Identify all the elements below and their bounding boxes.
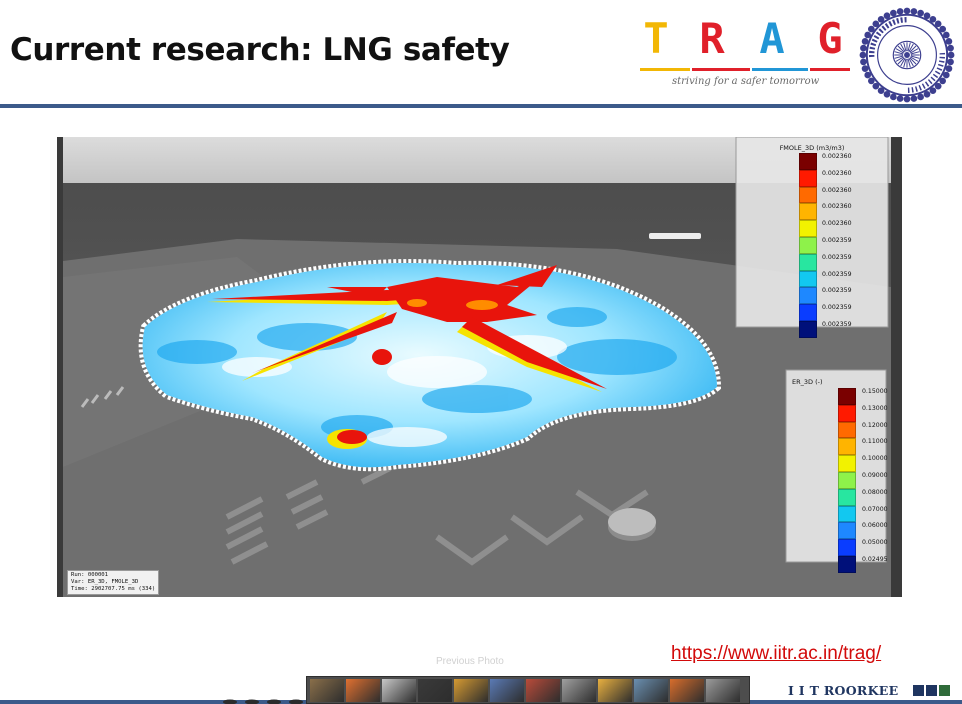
fmole-legend-tick-label: 0.002360 <box>822 169 852 177</box>
fmole-legend-swatch <box>799 253 817 271</box>
trag-wordmark: T R A G <box>636 14 852 70</box>
photo-thumbnail[interactable] <box>310 679 344 702</box>
er-legend-tick-label: 0.09000 <box>862 472 888 479</box>
brand-letter-g: G <box>817 14 843 63</box>
photo-thumbnail[interactable] <box>562 679 596 702</box>
run-info-run: Run: 000001 <box>71 572 109 578</box>
slide-title: Current research: LNG safety <box>10 32 510 68</box>
slide-nav-dots[interactable] <box>222 697 306 704</box>
er-legend-swatch <box>838 404 856 422</box>
photo-thumbnail[interactable] <box>454 679 488 702</box>
er-legend-swatch <box>838 472 856 489</box>
fmole-legend-tick-label: 0.002359 <box>822 270 852 278</box>
fmole-legend-swatch <box>799 321 817 338</box>
fmole-legend-tick-label: 0.002359 <box>822 321 852 328</box>
fmole-legend-tick-label: 0.002360 <box>822 203 852 211</box>
er-legend-title: ER_3D (-) <box>792 378 823 386</box>
iit-roorkee-seal-icon <box>859 7 955 103</box>
er-legend-swatch <box>838 388 856 405</box>
photo-thumbnail[interactable] <box>346 679 380 702</box>
brand-bar-3 <box>752 68 808 71</box>
fmole-legend-swatch <box>799 203 817 221</box>
fmole-legend-swatch <box>799 270 817 288</box>
brand-letter-a: A <box>759 14 785 63</box>
trag-website-link[interactable]: https://www.iitr.ac.in/trag/ <box>671 643 881 665</box>
er-legend-swatch <box>838 455 856 472</box>
er-legend-tick-label: 0.12000 <box>862 421 888 429</box>
run-info-overlay: Run: 000001 Var: ER_3D, FMOLE_3D Time: 2… <box>67 570 160 595</box>
er-legend-tick-label: 0.05000 <box>862 539 888 547</box>
fmole-legend-swatch <box>799 287 817 305</box>
run-info-var: Var: ER_3D, FMOLE_3D <box>71 579 139 585</box>
er-legend-tick-label: 0.13000 <box>862 404 888 412</box>
er-legend-tick-label: 0.10000 <box>862 455 888 463</box>
footer-square-2 <box>926 685 937 696</box>
er-legend-swatch <box>838 505 856 523</box>
brand-bar-1 <box>640 68 690 71</box>
photo-thumbnail[interactable] <box>418 679 452 702</box>
fmole-legend-swatch <box>799 237 817 254</box>
fmole-legend-title: FMOLE_3D (m3/m3) <box>779 144 845 152</box>
er-legend-tick-label: 0.02495 <box>862 556 888 563</box>
photo-thumbnail-strip[interactable] <box>306 676 750 704</box>
er-legend-tick-label: 0.15000 <box>862 388 888 395</box>
footer-squares <box>913 685 950 696</box>
header-divider <box>0 104 962 108</box>
er-legend-swatch <box>838 438 856 456</box>
footer-square-1 <box>913 685 924 696</box>
footer-institute-name: I I T ROORKEE <box>788 683 899 698</box>
fmole-legend: FMOLE_3D (m3/m3) 0.002360 0.002360 0.00236… <box>736 137 888 338</box>
fmole-legend-swatch <box>799 304 817 321</box>
er-legend-tick-label: 0.11000 <box>862 438 888 446</box>
er-legend-swatch <box>838 556 856 573</box>
previous-photo-caption[interactable]: Previous Photo <box>436 656 504 667</box>
er-legend-tick-label: 0.08000 <box>862 488 888 496</box>
fmole-legend-tick-label: 0.002360 <box>822 186 852 194</box>
fmole-legend-tick-label: 0.002359 <box>822 253 852 261</box>
photo-thumbnail[interactable] <box>634 679 668 702</box>
photo-thumbnail[interactable] <box>382 679 416 702</box>
fmole-legend-tick-label: 0.002360 <box>822 153 852 160</box>
fmole-legend-swatch <box>799 153 817 170</box>
photo-thumbnail[interactable] <box>490 679 524 702</box>
brand-bar-4 <box>810 68 850 71</box>
fmole-legend-tick-label: 0.002359 <box>822 237 852 244</box>
brand-letter-t: T <box>643 14 669 63</box>
run-info-time: Time: 2902707.75 ms (334) <box>71 586 156 592</box>
trag-logo: T R A G striving for a safer tomorrow <box>636 12 852 90</box>
photo-thumbnail[interactable] <box>598 679 632 702</box>
fmole-legend-tick-label: 0.002360 <box>822 220 852 228</box>
brand-tagline: striving for a safer tomorrow <box>672 76 820 87</box>
photo-thumbnail[interactable] <box>706 679 740 702</box>
brand-letter-r: R <box>699 14 725 63</box>
fmole-legend-swatch <box>799 220 817 237</box>
fmole-legend-tick-label: 0.002359 <box>822 287 852 295</box>
photo-thumbnail[interactable] <box>670 679 704 702</box>
photo-thumbnail[interactable] <box>526 679 560 702</box>
fmole-legend-swatch <box>799 186 817 204</box>
er-legend-swatch <box>838 421 856 439</box>
fmole-legend-tick-label: 0.002359 <box>822 304 852 312</box>
footer-square-3 <box>939 685 950 696</box>
er-legend-tick-label: 0.06000 <box>862 522 888 530</box>
er-legend-swatch <box>838 488 856 506</box>
er-legend-swatch <box>838 539 856 556</box>
fmole-legend-swatch <box>799 169 817 187</box>
er-legend-tick-label: 0.07000 <box>862 505 888 513</box>
er-legend: ER_3D (-) 0.15000 0.13000 0.12000 0.11000 0.… <box>786 370 888 573</box>
lng-dispersion-visualization[interactable]: FMOLE_3D (m3/m3) 0.002360 0.002360 0.00236… <box>57 137 902 597</box>
er-legend-swatch <box>838 522 856 540</box>
brand-bar-2 <box>692 68 750 71</box>
